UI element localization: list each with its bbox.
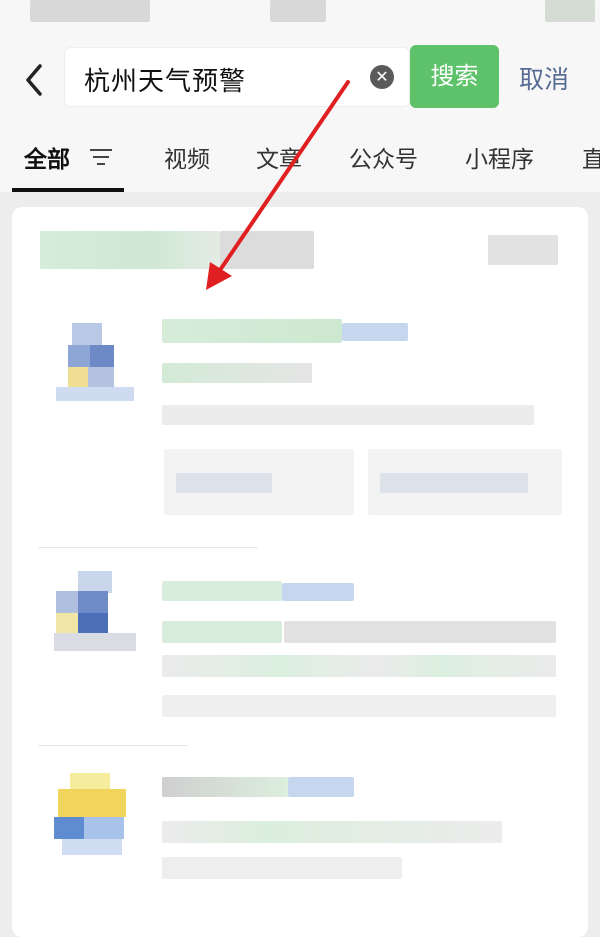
result-1-action-1-text — [176, 473, 272, 493]
back-button[interactable] — [20, 50, 50, 110]
tab-article[interactable]: 文章 — [256, 140, 302, 174]
tab-more[interactable]: 直 — [582, 140, 600, 174]
chevron-left-icon — [26, 64, 42, 96]
tab-active-indicator — [12, 188, 124, 192]
card-header-blur-2 — [220, 231, 314, 269]
status-bar — [0, 0, 600, 30]
card-header-blur[interactable] — [40, 231, 220, 269]
search-button[interactable]: 搜索 — [410, 45, 499, 108]
result-divider-1 — [38, 547, 258, 548]
result-2-line-1b-blur — [284, 621, 556, 643]
result-1-action-2-text — [380, 473, 528, 493]
filter-icon[interactable] — [88, 145, 114, 169]
search-input[interactable]: 杭州天气预警 ✕ — [64, 47, 410, 107]
result-2-line-3-blur — [162, 695, 556, 717]
result-3-line-2-blur — [162, 857, 402, 879]
tab-all[interactable]: 全部 — [24, 140, 70, 174]
result-3-thumbnail[interactable] — [54, 773, 136, 855]
status-blur-3 — [545, 0, 595, 22]
result-1-title-blur[interactable] — [162, 319, 342, 343]
result-2-line-1-blur — [162, 621, 282, 643]
tab-official-account[interactable]: 公众号 — [349, 140, 418, 174]
result-1-title-link-blur — [342, 323, 408, 341]
search-query-text: 杭州天气预警 — [84, 67, 247, 97]
result-2-thumbnail[interactable] — [54, 571, 136, 653]
tab-mini-program[interactable]: 小程序 — [465, 140, 534, 174]
results-card — [12, 207, 588, 937]
result-2-title-blur[interactable] — [162, 581, 282, 601]
result-divider-2 — [38, 745, 188, 746]
result-3-line-1-blur — [162, 821, 502, 843]
result-1-desc-blur — [162, 405, 534, 425]
status-blur-2 — [270, 0, 326, 22]
result-3-title-blur[interactable] — [162, 777, 288, 797]
clear-circle-icon[interactable]: ✕ — [370, 65, 394, 89]
result-1-thumbnail[interactable] — [54, 323, 136, 405]
cancel-button[interactable]: 取消 — [519, 60, 569, 96]
result-3-title-link-blur — [288, 777, 354, 797]
result-2-line-2-blur — [162, 655, 556, 677]
status-blur-1 — [30, 0, 150, 22]
tab-video[interactable]: 视频 — [164, 140, 210, 174]
card-header-more-blur[interactable] — [488, 235, 558, 265]
result-1-subtitle-blur — [162, 363, 312, 383]
result-2-title-link-blur — [282, 583, 354, 601]
